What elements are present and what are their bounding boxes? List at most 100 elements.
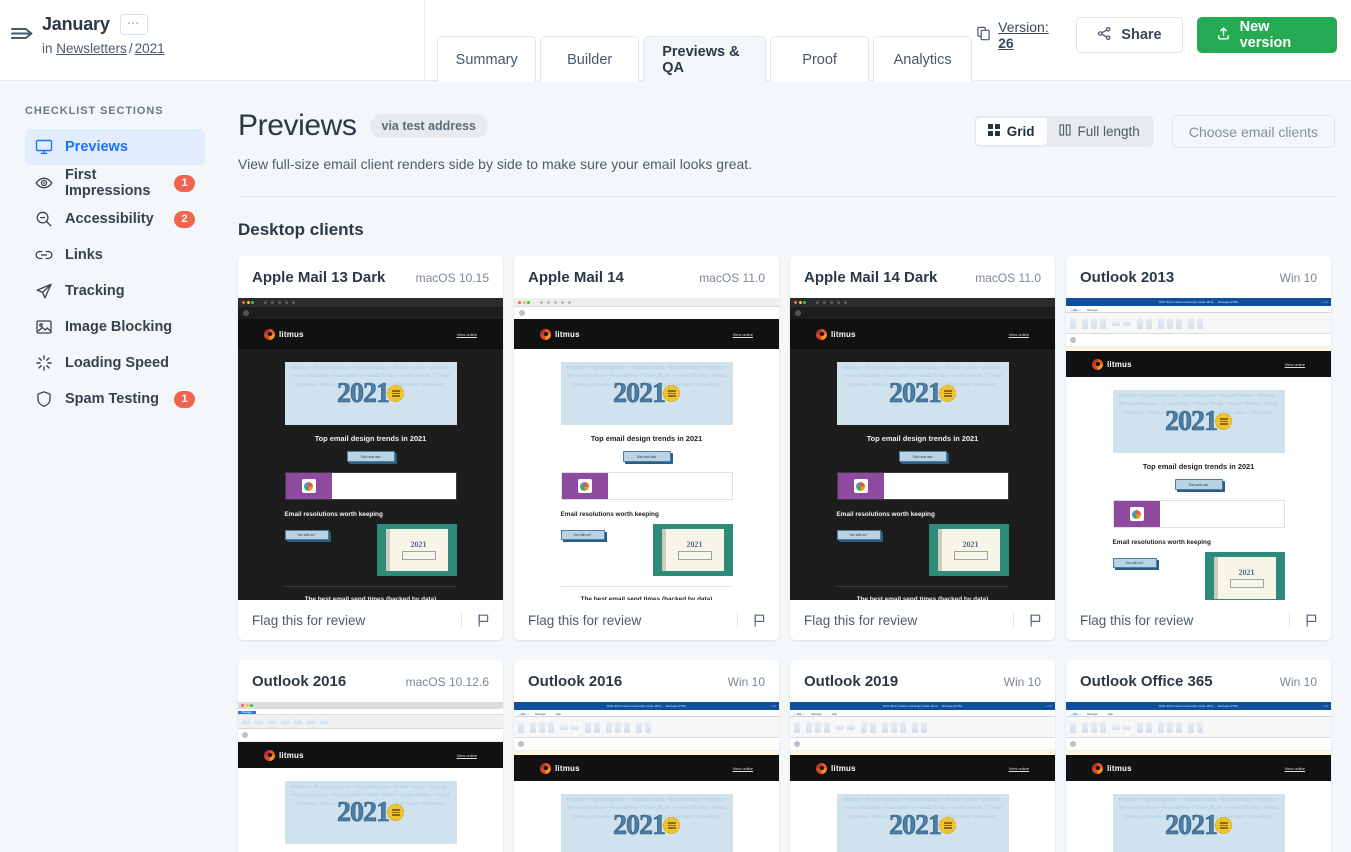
preview-card[interactable]: Outlook 2016 Win 10 TEST 2021's hottest … bbox=[514, 660, 779, 852]
flag-icon[interactable] bbox=[1028, 613, 1043, 628]
notebook-year: 2021 bbox=[962, 540, 979, 549]
preview-card-header: Apple Mail 13 Dark macOS 10.15 bbox=[238, 256, 503, 298]
preview-thumbnail[interactable]: TEST 2021's hottest email design trends … bbox=[790, 702, 1055, 852]
view-online-link: View online bbox=[456, 752, 477, 758]
sidebar-item-loading-speed[interactable]: Loading Speed bbox=[25, 345, 205, 381]
view-mode-full-length-label: Full length bbox=[1077, 124, 1140, 139]
flag-icon[interactable] bbox=[476, 613, 491, 628]
flag-for-review-button[interactable]: Flag this for review bbox=[790, 600, 1055, 640]
preview-thumbnail[interactable]: Message litmus View online Fluidity • Re… bbox=[238, 702, 503, 852]
preview-thumbnail[interactable]: TEST 2021's hottest email design trends … bbox=[1066, 702, 1331, 852]
email-brand: litmus bbox=[831, 763, 856, 773]
view-online-link: View online bbox=[732, 331, 753, 337]
preview-card-os: macOS 11.0 bbox=[699, 271, 765, 285]
previews-subtitle: View full-size email client renders side… bbox=[238, 156, 753, 172]
sidebar-item-previews[interactable]: Previews bbox=[25, 129, 205, 165]
preview-card[interactable]: Outlook 2016 macOS 10.12.6 Message litmu… bbox=[238, 660, 503, 852]
sidebar-heading: CHECKLIST SECTIONS bbox=[25, 105, 164, 117]
share-button[interactable]: Share bbox=[1076, 17, 1183, 53]
sidebar-item-label: Image Blocking bbox=[65, 319, 173, 335]
view-mode-full-length[interactable]: Full length bbox=[1047, 118, 1152, 145]
flag-icon[interactable] bbox=[752, 613, 767, 628]
breadcrumb-folder-link[interactable]: Newsletters bbox=[56, 41, 127, 56]
banner-year: 2021 bbox=[613, 809, 667, 841]
flag-for-review-button[interactable]: Flag this for review bbox=[514, 600, 779, 640]
breadcrumb-year-link[interactable]: 2021 bbox=[135, 41, 165, 56]
preview-thumbnail[interactable]: litmus View online Fluidity • Representa… bbox=[514, 298, 779, 600]
seal-badge-icon bbox=[1215, 817, 1232, 834]
preview-thumbnail[interactable]: TEST 2021's hottest email design trends … bbox=[514, 702, 779, 852]
flag-for-review-button[interactable]: Flag this for review bbox=[1066, 600, 1331, 640]
banner-year: 2021 bbox=[337, 796, 391, 828]
email-cta-button: Dish and ask bbox=[622, 451, 671, 462]
tab-summary[interactable]: Summary bbox=[437, 36, 537, 82]
preview-card[interactable]: Apple Mail 14 Dark macOS 11.0 litmus Vie… bbox=[790, 256, 1055, 640]
sidebar-item-first-impressions[interactable]: First Impressions 1 bbox=[25, 165, 205, 201]
email-headline: Top email design trends in 2021 bbox=[590, 434, 703, 443]
sidebar-item-label: Previews bbox=[65, 139, 128, 155]
new-version-button[interactable]: New version bbox=[1196, 17, 1338, 53]
flag-icon[interactable] bbox=[1304, 613, 1319, 628]
tab-proof[interactable]: Proof bbox=[770, 36, 870, 82]
more-options-button[interactable]: ⋯ bbox=[119, 14, 148, 35]
view-online-link: View online bbox=[456, 331, 477, 337]
preview-card-os: Win 10 bbox=[1279, 675, 1317, 689]
tab-bar: Summary Builder Previews & QA Proof Anal… bbox=[425, 0, 976, 82]
preview-card[interactable]: Apple Mail 13 Dark macOS 10.15 litmus Vi… bbox=[238, 256, 503, 640]
banner-year: 2021 bbox=[889, 377, 943, 409]
seal-badge-icon bbox=[1215, 413, 1232, 430]
sidebar-item-tracking[interactable]: Tracking bbox=[25, 273, 205, 309]
email-headline-3: The best email send times (backed by dat… bbox=[856, 596, 989, 600]
preview-thumbnail[interactable]: litmus View online Fluidity • Representa… bbox=[238, 298, 503, 600]
eye-icon bbox=[35, 174, 53, 192]
preview-card-os: macOS 11.0 bbox=[975, 271, 1041, 285]
seal-badge-icon bbox=[939, 385, 956, 402]
sidebar-item-links[interactable]: Links bbox=[25, 237, 205, 273]
sidebar-item-label: Loading Speed bbox=[65, 355, 169, 371]
preview-card[interactable]: Outlook Office 365 Win 10 TEST 2021's ho… bbox=[1066, 660, 1331, 852]
preview-card-os: Win 10 bbox=[1279, 271, 1317, 285]
email-brand: litmus bbox=[1107, 359, 1132, 369]
preview-thumbnail[interactable]: TEST 2021's hottest email design trends … bbox=[1066, 298, 1331, 600]
seal-badge-icon bbox=[387, 804, 404, 821]
tab-previews-qa[interactable]: Previews & QA bbox=[643, 36, 767, 82]
status-badge: 1 bbox=[174, 174, 195, 192]
choose-email-clients-button[interactable]: Choose email clients bbox=[1171, 115, 1335, 148]
preview-thumbnail[interactable]: litmus View online Fluidity • Representa… bbox=[790, 298, 1055, 600]
preview-card-header: Outlook 2016 macOS 10.12.6 bbox=[238, 660, 503, 702]
preview-card[interactable]: Outlook 2019 Win 10 TEST 2021's hottest … bbox=[790, 660, 1055, 852]
sidebar-item-spam-testing[interactable]: Spam Testing 1 bbox=[25, 381, 205, 417]
image-icon bbox=[35, 318, 53, 336]
tab-analytics[interactable]: Analytics bbox=[873, 36, 973, 82]
email-cta-button: Dish and ask bbox=[1174, 479, 1223, 490]
breadcrumb-separator: / bbox=[128, 41, 133, 56]
sidebar-item-image-blocking[interactable]: Image Blocking bbox=[25, 309, 205, 345]
notebook-year: 2021 bbox=[1238, 568, 1255, 577]
view-mode-grid[interactable]: Grid bbox=[975, 118, 1047, 145]
preview-card-client-name: Outlook 2016 bbox=[252, 673, 347, 690]
version-link[interactable]: Version: 26 bbox=[976, 19, 1062, 51]
sidebar-item-accessibility[interactable]: Accessibility 2 bbox=[25, 201, 205, 237]
sidebar-item-label: First Impressions bbox=[65, 167, 151, 199]
preview-card-header: Outlook 2016 Win 10 bbox=[514, 660, 779, 702]
email-cta-button: Dish and ask bbox=[898, 451, 947, 462]
banner-year: 2021 bbox=[337, 377, 391, 409]
flag-for-review-button[interactable]: Flag this for review bbox=[238, 600, 503, 640]
view-mode-toggle: Grid Full length bbox=[973, 116, 1154, 147]
preview-card-header: Apple Mail 14 Dark macOS 11.0 bbox=[790, 256, 1055, 298]
tab-builder[interactable]: Builder bbox=[540, 36, 640, 82]
preview-card-os: macOS 10.15 bbox=[415, 271, 489, 285]
preview-card[interactable]: Apple Mail 14 macOS 11.0 litmus View onl… bbox=[514, 256, 779, 640]
email-cta2-button: You with us? bbox=[1112, 558, 1157, 568]
status-badge: 1 bbox=[174, 390, 195, 408]
preview-card-os: Win 10 bbox=[1003, 675, 1041, 689]
flag-label: Flag this for review bbox=[804, 612, 918, 628]
menu-arrow-icon[interactable] bbox=[10, 20, 36, 46]
view-online-link: View online bbox=[1284, 765, 1305, 771]
preview-card-client-name: Outlook 2019 bbox=[804, 673, 899, 690]
preview-card[interactable]: Outlook 2013 Win 10 TEST 2021's hottest … bbox=[1066, 256, 1331, 640]
email-cta2-button: You with us? bbox=[560, 530, 605, 540]
email-cta2-button: You with us? bbox=[836, 530, 881, 540]
via-test-address-pill: via test address bbox=[369, 114, 488, 138]
preview-card-client-name: Apple Mail 14 Dark bbox=[804, 269, 938, 286]
